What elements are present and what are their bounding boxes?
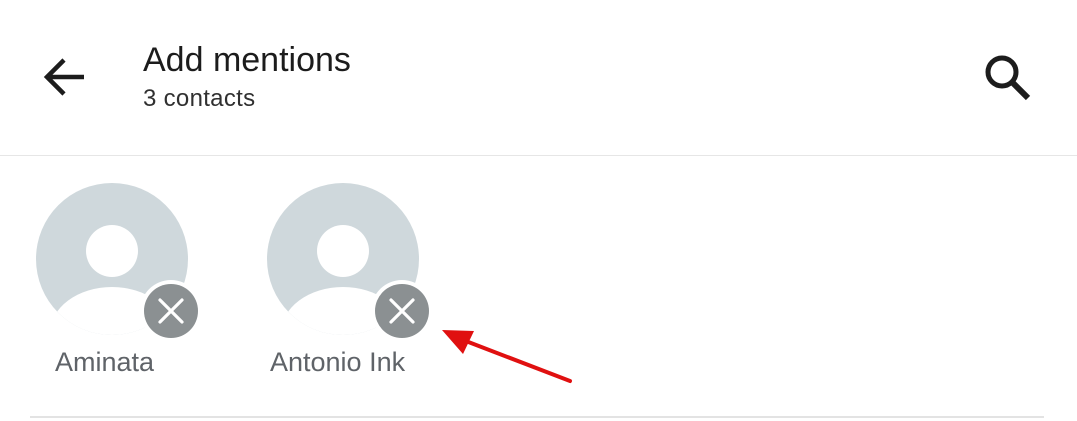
add-mentions-screen: Add mentions 3 contacts Aminata Antonio … <box>0 0 1077 421</box>
title-block: Add mentions 3 contacts <box>143 40 351 114</box>
header-divider <box>0 155 1077 156</box>
page-title: Add mentions <box>143 41 351 79</box>
close-icon <box>158 298 184 324</box>
arrow-left-icon <box>43 58 84 96</box>
avatar-container <box>36 183 202 342</box>
back-button[interactable] <box>26 38 104 116</box>
toolbar: Add mentions 3 contacts <box>0 0 1077 155</box>
avatar-container <box>267 183 433 342</box>
search-button[interactable] <box>970 40 1046 116</box>
remove-contact-button[interactable] <box>140 280 202 342</box>
contacts-count: 3 contacts <box>143 85 256 112</box>
annotation-arrow-icon <box>442 330 572 383</box>
close-icon <box>389 298 415 324</box>
contact-name: Aminata <box>55 347 155 377</box>
remove-button-circle <box>144 284 198 338</box>
search-icon <box>985 55 1031 101</box>
remove-button-circle <box>375 284 429 338</box>
remove-contact-button[interactable] <box>371 280 433 342</box>
list-divider <box>30 416 1044 418</box>
contact-name: Antonio Ink <box>270 347 406 377</box>
